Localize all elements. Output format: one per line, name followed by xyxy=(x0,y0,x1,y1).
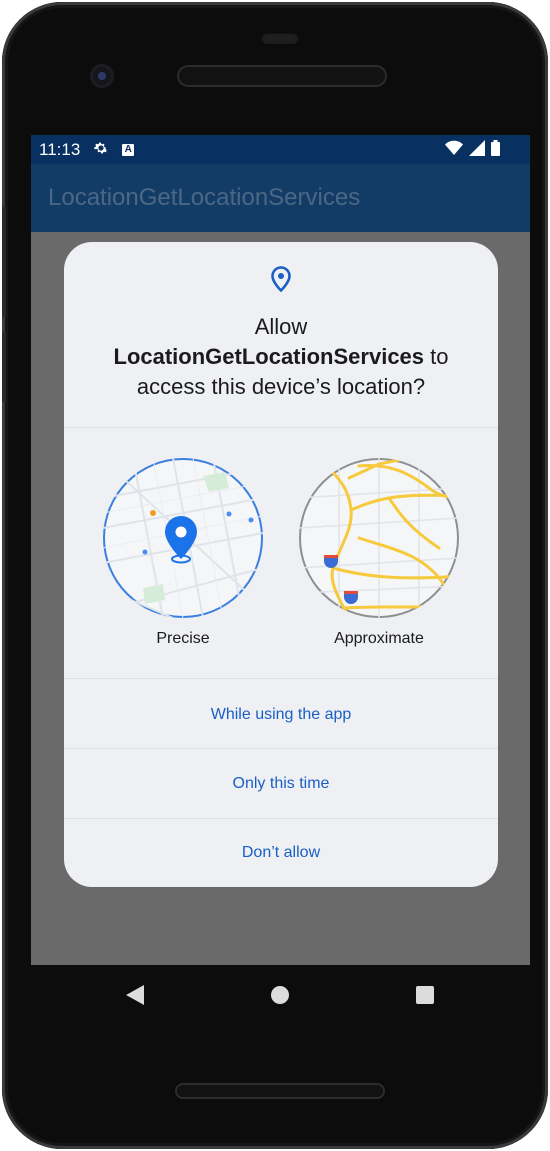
app-title: LocationGetLocationServices xyxy=(48,184,361,211)
recents-icon[interactable] xyxy=(416,986,434,1004)
front-camera xyxy=(90,64,114,88)
settings-gear-icon xyxy=(92,139,110,160)
power-button xyxy=(2,332,6,402)
title-to: to xyxy=(424,344,449,369)
divider xyxy=(64,427,498,428)
divider xyxy=(64,678,498,679)
only-this-time-button[interactable]: Only this time xyxy=(64,754,498,814)
precise-label: Precise xyxy=(156,630,210,647)
title-app-line: LocationGetLocationServices to xyxy=(84,342,478,372)
battery-icon xyxy=(491,140,500,161)
navigation-bar xyxy=(31,965,530,1025)
while-using-app-button[interactable]: While using the app xyxy=(64,685,498,745)
precise-map xyxy=(103,458,263,618)
status-icons xyxy=(445,140,500,161)
title-app-name: LocationGetLocationServices xyxy=(113,344,425,369)
earpiece-speaker xyxy=(177,65,387,87)
top-sensor xyxy=(261,32,299,44)
dialog-title: Allow LocationGetLocationServices to acc… xyxy=(84,312,478,402)
volume-button xyxy=(2,207,6,317)
screen: 11:13 A LocationGetLocationServices Allo… xyxy=(31,135,530,965)
location-permission-dialog: Allow LocationGetLocationServices to acc… xyxy=(64,242,498,887)
back-icon[interactable] xyxy=(126,985,144,1010)
precise-option[interactable] xyxy=(103,458,263,618)
location-pin-icon xyxy=(271,266,291,297)
status-bar: 11:13 A xyxy=(31,135,530,164)
approximate-label: Approximate xyxy=(334,630,424,647)
title-allow: Allow xyxy=(254,314,308,339)
a-notification-icon: A xyxy=(122,143,135,156)
divider xyxy=(64,748,498,749)
app-bar: LocationGetLocationServices xyxy=(31,164,530,232)
wifi-icon xyxy=(445,140,463,161)
status-time: 11:13 xyxy=(39,139,81,159)
approximate-map xyxy=(299,458,459,618)
home-icon[interactable] xyxy=(271,986,289,1004)
approximate-option[interactable] xyxy=(299,458,459,618)
bottom-speaker xyxy=(175,1083,385,1099)
cell-signal-icon xyxy=(469,140,485,161)
dont-allow-button[interactable]: Don’t allow xyxy=(64,823,498,883)
divider xyxy=(64,818,498,819)
title-question: access this device’s location? xyxy=(136,374,426,399)
